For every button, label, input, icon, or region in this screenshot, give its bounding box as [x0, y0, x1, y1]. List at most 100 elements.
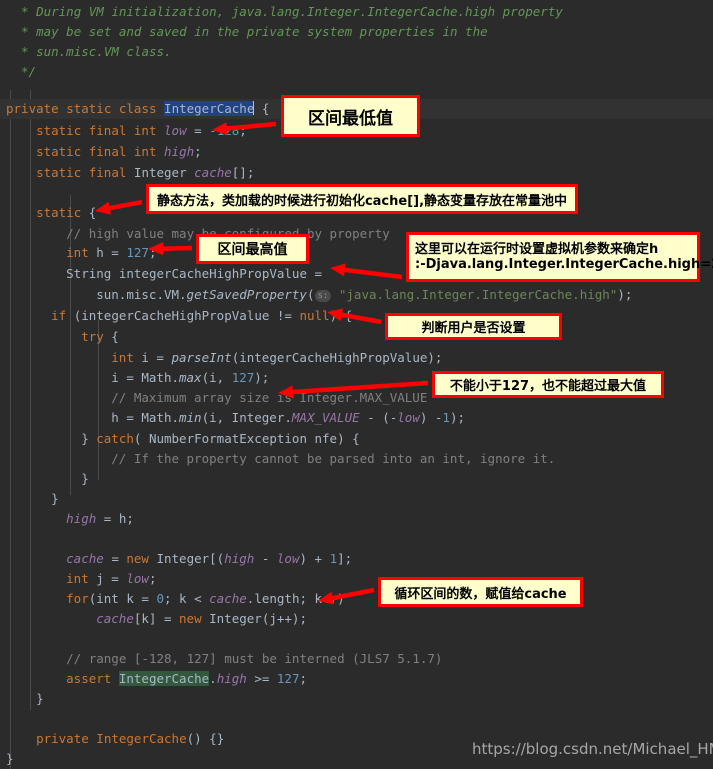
code-token: } — [81, 431, 97, 446]
code-token: . — [209, 671, 217, 686]
code-token: integerCacheHighPropValue = — [111, 266, 323, 281]
code-token: static final int — [36, 144, 165, 159]
code-token: = h; — [96, 511, 134, 526]
code-token: static final int — [36, 123, 165, 138]
annotation-arrow — [318, 587, 375, 605]
note-max-value: 区间最高值 — [196, 234, 309, 264]
code-token: low — [276, 551, 300, 566]
annotation-arrow — [278, 380, 429, 399]
code-line[interactable]: assert IntegerCache.high >= 127; — [0, 669, 713, 689]
annotation-text: 区间最高值 — [217, 242, 288, 258]
code-token: ; — [194, 144, 202, 159]
annotation-arrow — [212, 121, 277, 136]
code-editor[interactable]: * During VM initialization, java.lang.In… — [0, 0, 713, 769]
code-line[interactable]: } — [0, 689, 713, 709]
note-min-value: 区间最低值 — [281, 95, 420, 137]
code-token: cache — [96, 611, 134, 626]
code-line[interactable]: static final Integer cache[]; — [0, 163, 713, 183]
annotation-arrow — [148, 242, 193, 256]
code-token: 0 — [156, 591, 164, 606]
code-token: max — [179, 370, 202, 385]
code-token: */ — [21, 64, 37, 79]
code-token: () {} — [186, 731, 225, 746]
code-line[interactable]: * may be set and saved in the private sy… — [0, 22, 713, 42]
code-token: Integer[( — [148, 551, 225, 566]
code-token: cache — [209, 591, 247, 606]
code-token: low — [397, 410, 420, 425]
code-token: catch — [96, 431, 134, 446]
code-token: * During VM initialization, java.lang.In… — [21, 4, 563, 19]
code-token: private static class — [6, 101, 165, 116]
code-line[interactable]: high = h; — [0, 509, 713, 529]
note-user-set-check: 判断用户是否设置 — [385, 313, 562, 340]
code-line[interactable]: } catch( NumberFormatException nfe) { — [0, 429, 713, 449]
code-token: * sun.misc.VM class. — [21, 44, 172, 59]
code-token: static — [36, 205, 82, 220]
code-line[interactable]: cache = new Integer[(high - low) + 1]; — [0, 549, 713, 569]
code-line[interactable]: // If the property cannot be parsed into… — [0, 449, 713, 469]
annotation-text: 不能小于127，也不能超过最大值 — [449, 379, 647, 394]
code-line[interactable]: // range [-128, 127] must be interned (J… — [0, 649, 713, 669]
annotation-text: :-Djava.lang.Integer.IntegerCache.high=2… — [415, 257, 713, 272]
code-token: high — [216, 671, 247, 686]
code-token: new — [126, 551, 149, 566]
code-token: String — [66, 266, 112, 281]
code-token: []; — [231, 165, 255, 180]
code-token: static final — [36, 165, 134, 180]
code-token: i = — [133, 350, 172, 365]
code-token: } — [81, 471, 89, 486]
code-token: high — [224, 551, 255, 566]
code-token: private — [36, 731, 89, 746]
code-token: ( NumberFormatException nfe) { — [133, 431, 360, 446]
code-token: // If the property cannot be parsed into… — [111, 451, 556, 466]
code-token: getSavedProperty — [186, 287, 307, 302]
note-jvm-param: 这里可以在运行时设置虚拟机参数来确定h:-Djava.lang.Integer.… — [406, 232, 713, 282]
annotation-text: 判断用户是否设置 — [421, 321, 526, 336]
note-min-max-bound: 不能小于127，也不能超过最大值 — [432, 371, 664, 398]
code-token: Integer — [133, 165, 195, 180]
code-token: } — [6, 751, 14, 766]
code-line[interactable]: int i = parseInt(integerCacheHighPropVal… — [0, 348, 713, 368]
code-token: (integerCacheHighPropValue); — [231, 350, 443, 365]
code-token: cache — [194, 165, 232, 180]
code-token: - (- — [359, 410, 398, 425]
annotation-text: 区间最低值 — [308, 108, 393, 129]
code-token: ) + — [299, 551, 330, 566]
code-token: h = — [88, 245, 127, 260]
code-token: 127 — [276, 671, 300, 686]
code-token: ]; — [337, 551, 353, 566]
code-token: j = — [88, 571, 127, 586]
code-token: // range [-128, 127] must be interned (J… — [66, 651, 443, 666]
code-line[interactable]: */ — [0, 62, 713, 82]
code-token: low — [164, 123, 187, 138]
code-token: parseInt — [171, 350, 232, 365]
annotation-text: 这里可以在运行时设置虚拟机参数来确定h — [415, 242, 659, 257]
code-token: new — [179, 611, 202, 626]
code-line[interactable]: } — [0, 489, 713, 509]
annotation-arrow — [330, 263, 403, 280]
code-token: = — [103, 551, 127, 566]
code-token: } — [36, 691, 44, 706]
watermark: https://blog.csdn.net/Michael_HM — [472, 740, 713, 758]
code-token: Integer(j++); — [201, 611, 307, 626]
code-token: { — [103, 329, 119, 344]
code-token: MAX_VALUE — [291, 410, 360, 425]
code-token: cache — [66, 551, 104, 566]
code-token: ) - — [419, 410, 443, 425]
code-token: (int k = — [88, 591, 157, 606]
code-token: 127 — [231, 370, 255, 385]
code-line[interactable]: * During VM initialization, java.lang.In… — [0, 2, 713, 22]
code-token: int — [66, 245, 89, 260]
code-line[interactable]: * sun.misc.VM class. — [0, 42, 713, 62]
code-token: 1 — [329, 551, 338, 566]
code-token: assert — [66, 671, 112, 686]
code-line[interactable]: static final int high; — [0, 142, 713, 162]
annotation-arrow — [95, 199, 143, 215]
code-line[interactable]: } — [0, 469, 713, 489]
code-token: IntegerCache — [118, 671, 210, 686]
code-token: sun.misc.VM. — [96, 287, 187, 302]
code-token: try — [81, 329, 104, 344]
code-token: ; k < — [164, 591, 210, 606]
code-line[interactable]: h = Math.min(i, Integer.MAX_VALUE - (-lo… — [0, 408, 713, 428]
